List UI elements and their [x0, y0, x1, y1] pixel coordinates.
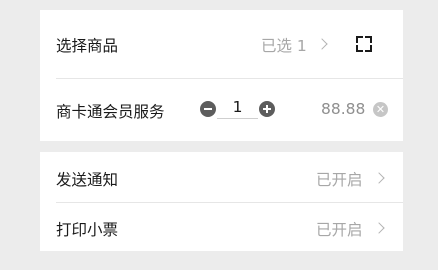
scan-icon[interactable]	[356, 36, 372, 52]
print-receipt-row[interactable]: 打印小票 已开启	[40, 202, 403, 251]
close-icon[interactable]: ✕	[373, 102, 388, 117]
print-receipt-status: 已开启	[316, 221, 363, 239]
minus-icon[interactable]	[200, 101, 216, 117]
product-card: 选择商品 已选 1 商卡通会员服务 1 88.88 ✕	[40, 10, 403, 141]
chevron-right-icon	[373, 172, 385, 184]
notification-status: 已开启	[316, 171, 363, 189]
notification-row[interactable]: 发送通知 已开启	[40, 152, 403, 202]
selected-count: 已选 1	[261, 37, 307, 55]
plus-icon[interactable]	[259, 101, 275, 117]
service-row: 商卡通会员服务 1 88.88 ✕	[40, 78, 403, 141]
service-label: 商卡通会员服务	[56, 103, 165, 121]
select-product-label: 选择商品	[56, 37, 119, 55]
settings-card: 发送通知 已开启 打印小票 已开启	[40, 152, 403, 251]
print-receipt-label: 打印小票	[56, 221, 119, 239]
price: 88.88	[321, 100, 366, 118]
chevron-right-icon	[316, 38, 328, 50]
notification-label: 发送通知	[56, 171, 119, 189]
chevron-right-icon	[373, 222, 385, 234]
quantity-input[interactable]: 1	[217, 96, 258, 119]
select-product-row[interactable]: 选择商品 已选 1	[40, 10, 403, 78]
